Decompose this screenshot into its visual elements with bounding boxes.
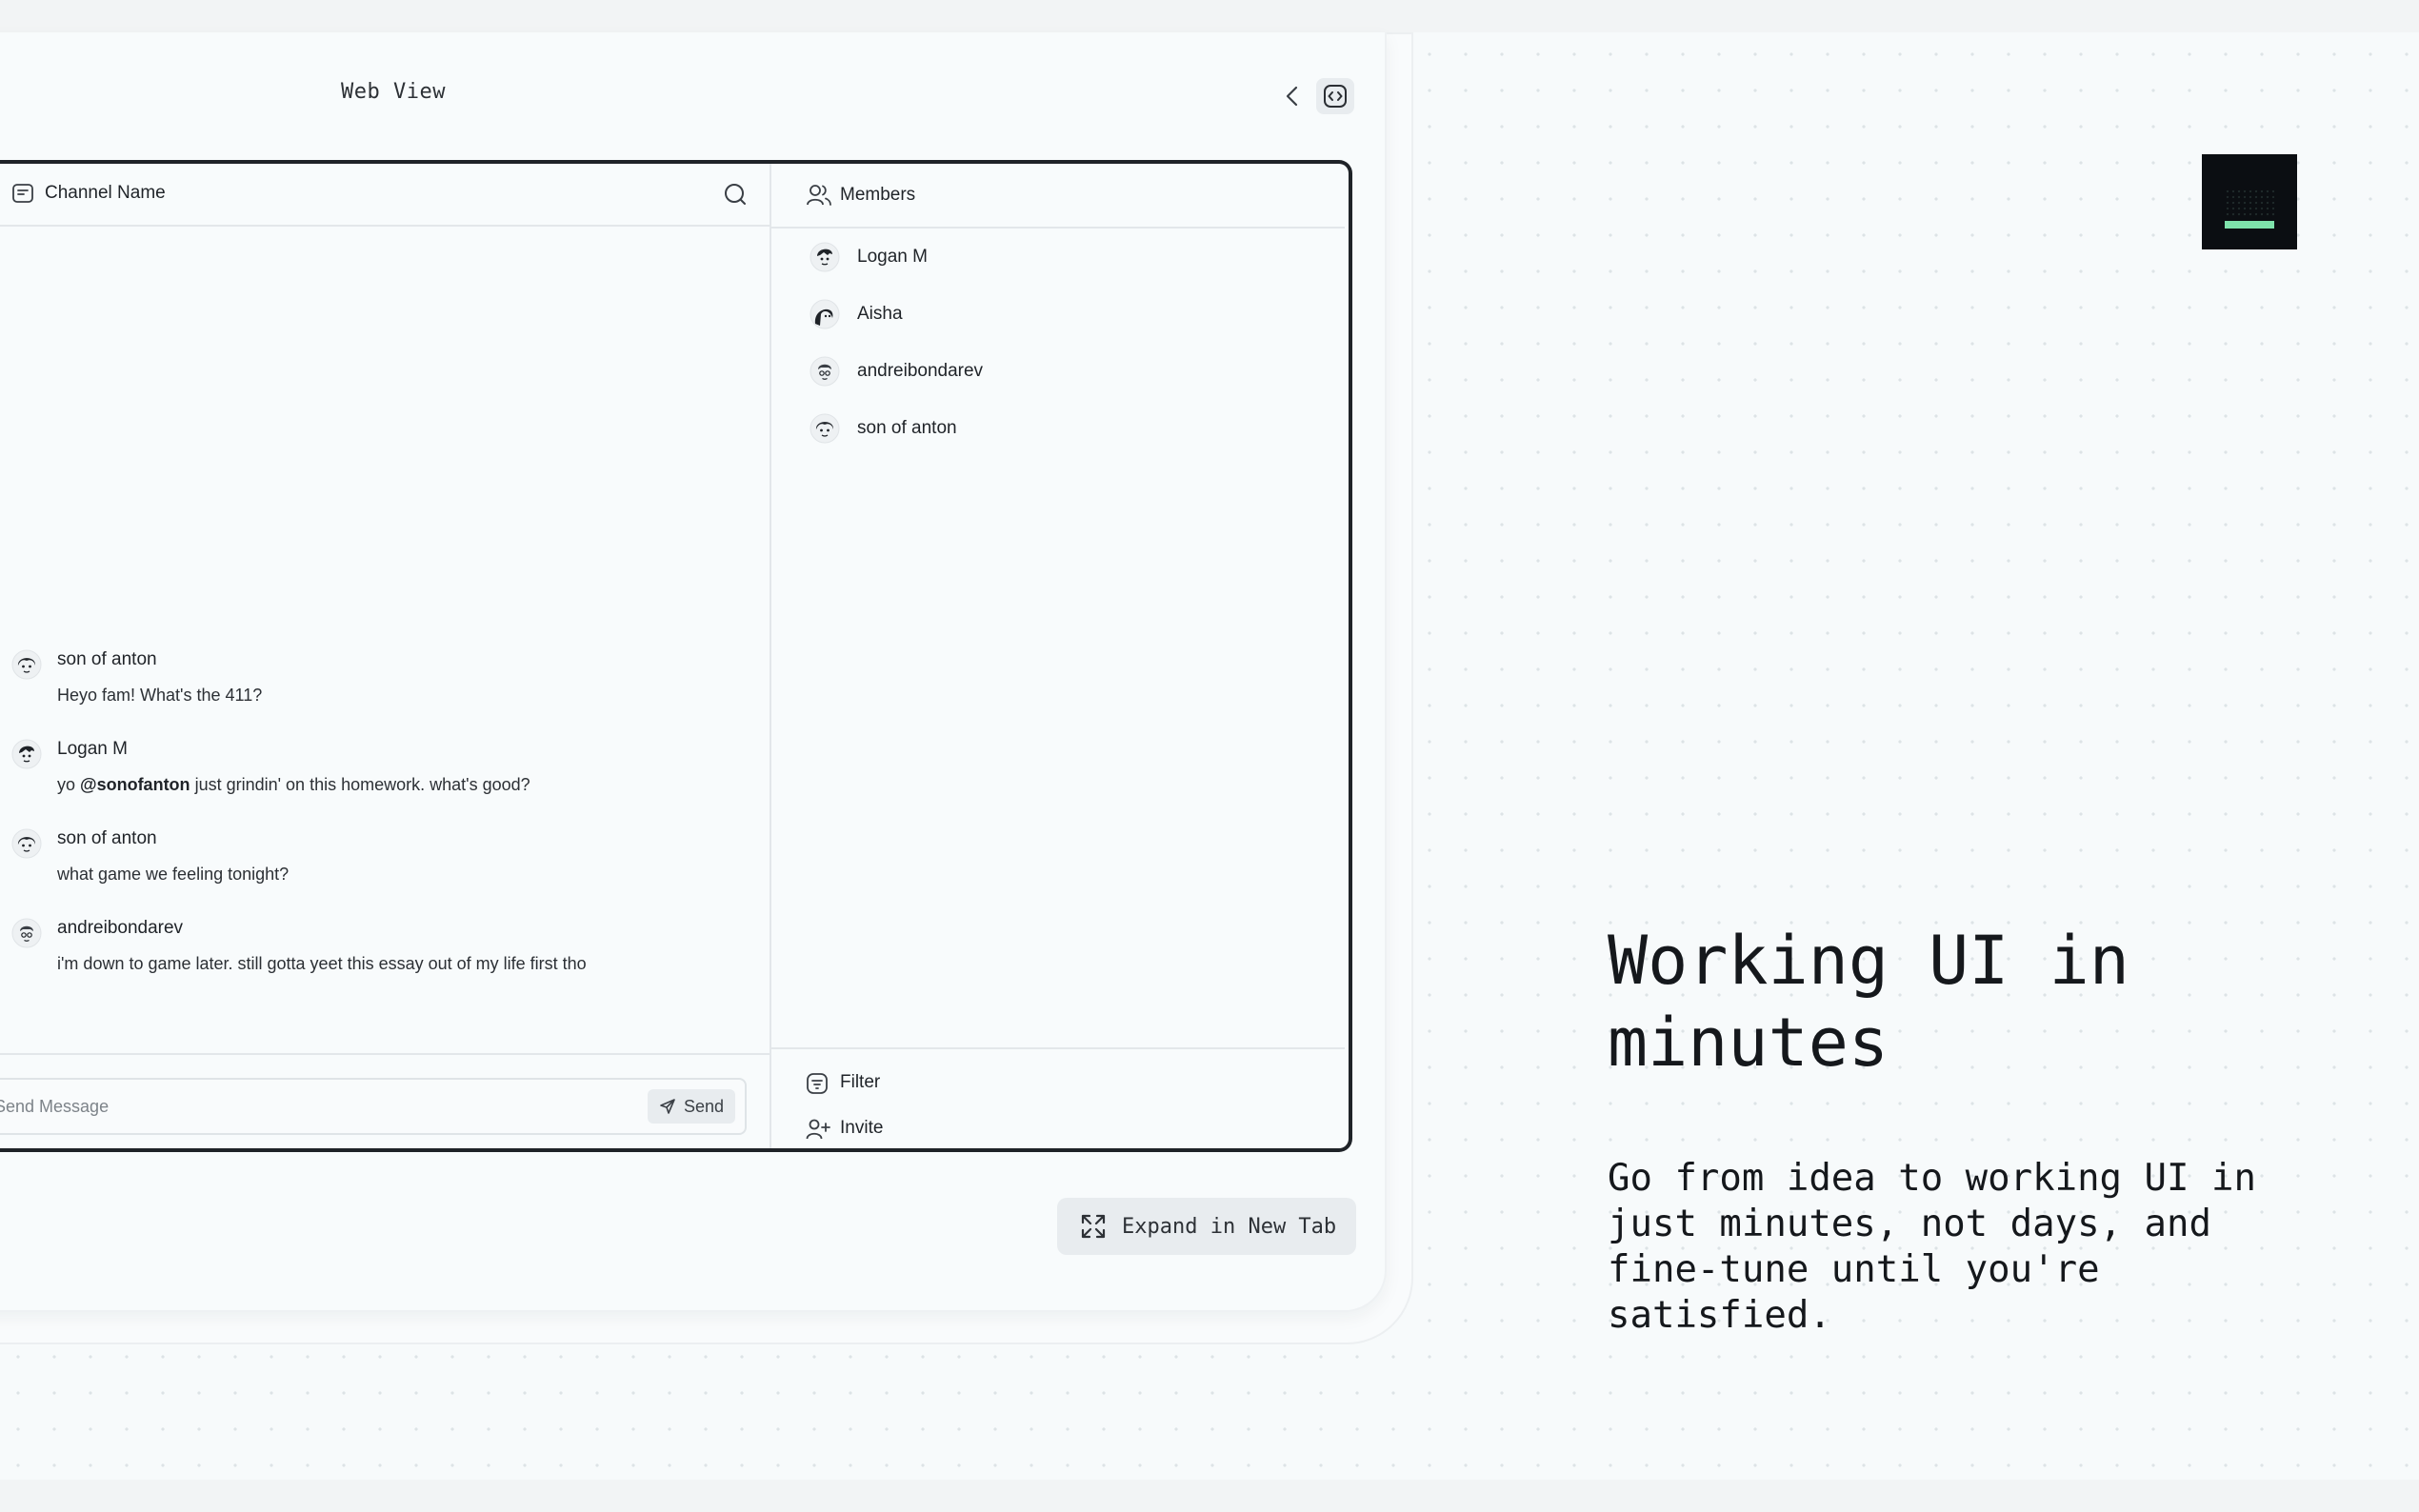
filter-label: Filter <box>840 1072 881 1092</box>
member-item[interactable]: andreibondarev <box>810 356 1286 394</box>
hero-subtext-line: satisfied. <box>1608 1294 1831 1337</box>
avatar <box>11 649 42 680</box>
expand-in-new-tab-button[interactable]: Expand in New Tab <box>1057 1198 1356 1255</box>
message-composer: Send <box>0 1078 747 1135</box>
members-header: Members <box>771 164 1345 229</box>
avatar <box>11 918 42 948</box>
hero-headline-line: Working UI in <box>1608 922 2129 1000</box>
member-name: Logan M <box>857 247 928 267</box>
user-mention[interactable]: @sonofanton <box>80 775 190 794</box>
hero-subtext-line: just minutes, not days, and <box>1608 1203 2211 1245</box>
hero-subtext-line: Go from idea to working UI in <box>1608 1157 2256 1200</box>
message-text: yo @sonofanton just grindin' on this hom… <box>57 775 530 795</box>
message-item: Logan M yo @sonofanton just grindin' on … <box>0 739 743 825</box>
member-item[interactable]: Logan M <box>810 242 1286 280</box>
logo-dots <box>2225 189 2274 217</box>
search-icon[interactable] <box>722 181 749 208</box>
chat-header: Channel Name <box>0 164 770 227</box>
members-footer-divider <box>771 1047 1345 1049</box>
members-title: Members <box>840 185 916 205</box>
web-view-label: Web View <box>341 80 446 104</box>
avatar <box>11 739 42 769</box>
message-author: son of anton <box>57 649 157 669</box>
avatar <box>11 828 42 859</box>
members-pane: Members Logan M Aisha andreibondarev son… <box>771 164 1345 1148</box>
member-item[interactable]: son of anton <box>810 413 1286 451</box>
send-icon <box>660 1099 675 1114</box>
channel-name: Channel Name <box>45 183 166 203</box>
send-button-label: Send <box>683 1096 724 1116</box>
chat-app-frame: Channel Name son of anton Heyo fam! What… <box>0 160 1352 1152</box>
message-text-start: yo <box>57 775 81 794</box>
message-text-end: just grindin' on this homework. what's g… <box>190 775 530 794</box>
hero-subtext: Go from idea to working UI in just minut… <box>1608 1156 2331 1339</box>
logo-bar <box>2225 221 2274 229</box>
message-text: what game we feeling tonight? <box>57 865 290 884</box>
chevron-left-icon <box>1286 86 1298 107</box>
hero-subtext-line: fine-tune until you're <box>1608 1248 2100 1291</box>
message-text: Heyo fam! What's the 411? <box>57 686 263 705</box>
collapse-button[interactable] <box>1276 80 1309 112</box>
member-name: son of anton <box>857 418 957 438</box>
send-button[interactable]: Send <box>647 1089 735 1124</box>
hero-headline: Working UI in minutes <box>1608 920 2331 1084</box>
code-view-button[interactable] <box>1316 78 1354 114</box>
expand-button-label: Expand in New Tab <box>1122 1214 1337 1239</box>
chat-pane: Channel Name son of anton Heyo fam! What… <box>0 164 771 1148</box>
brand-logo <box>2202 154 2297 249</box>
message-author: andreibondarev <box>57 918 184 938</box>
message-author: son of anton <box>57 828 157 848</box>
avatar <box>810 413 840 444</box>
message-text: i'm down to game later. still gotta yeet… <box>57 954 587 973</box>
avatar <box>810 299 840 329</box>
expand-icon <box>1081 1214 1106 1239</box>
member-name: andreibondarev <box>857 361 984 381</box>
message-item: son of anton what game we feeling tonigh… <box>0 828 743 914</box>
avatar <box>810 242 840 272</box>
invite-label: Invite <box>840 1118 884 1138</box>
channel-icon <box>12 184 33 203</box>
message-item: son of anton Heyo fam! What's the 411? <box>0 649 743 735</box>
member-item[interactable]: Aisha <box>810 299 1286 337</box>
user-plus-icon <box>806 1119 830 1140</box>
bottom-band <box>0 1480 2419 1512</box>
filter-icon <box>807 1073 828 1094</box>
avatar <box>810 356 840 387</box>
member-name: Aisha <box>857 304 903 324</box>
message-author: Logan M <box>57 739 128 759</box>
composer-divider <box>0 1053 770 1055</box>
code-icon <box>1324 85 1347 108</box>
message-input[interactable] <box>0 1080 604 1133</box>
hero-headline-line: minutes <box>1608 1004 1889 1082</box>
message-item: andreibondarev i'm down to game later. s… <box>0 918 743 1004</box>
users-icon <box>807 185 831 206</box>
top-band <box>0 0 2419 32</box>
